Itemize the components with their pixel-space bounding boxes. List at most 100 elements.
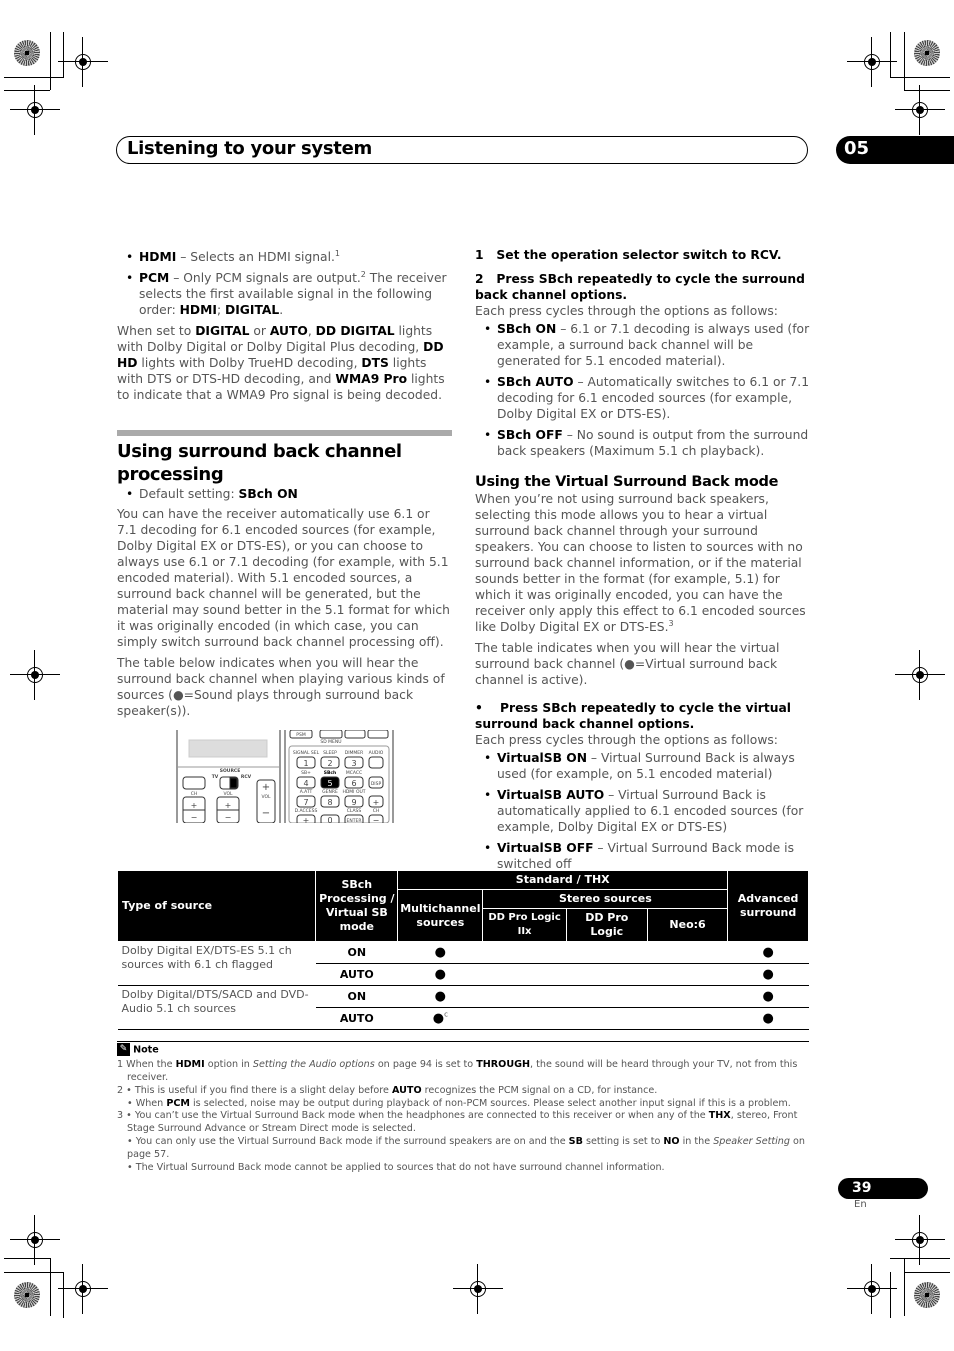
t: on page 94 is set to [374, 1059, 477, 1071]
multichannel-cell: ● [397, 963, 483, 986]
term: DTS [361, 356, 389, 370]
section-rule [117, 430, 452, 436]
notes-title: Note [133, 1044, 159, 1056]
paragraph: You can have the receiver automatically … [117, 507, 450, 649]
term: DIGITAL [225, 303, 280, 317]
term: HDMI [179, 303, 217, 317]
key-3: 3 [351, 759, 356, 768]
notes-section: ✎ Note 1 When the HDMI option in Setting… [117, 1043, 811, 1174]
step-text: Press SBch repeatedly to cycle the surro… [475, 272, 805, 302]
crop-mark [50, 32, 51, 90]
label: Default setting: [139, 487, 239, 501]
list-item: HDMI – Selects an HDMI signal.1 [117, 249, 453, 265]
chapter-title: Listening to your system [127, 138, 372, 159]
notes-heading: ✎ Note [117, 1043, 811, 1057]
mode-cell: ON [315, 985, 398, 1008]
paragraph: Each press cycles through the options as… [475, 304, 778, 318]
term: SBch AUTO [497, 375, 574, 389]
term: VirtualSB ON [497, 751, 587, 765]
key-1: 1 [303, 759, 308, 768]
crop-mark [890, 77, 950, 78]
t: When you’re not using surround back spea… [475, 492, 806, 634]
footnote-1: 1 When the HDMI option in Setting the Au… [117, 1059, 811, 1085]
key-6: 6 [351, 779, 356, 788]
desc: – Selects an HDMI signal. [176, 250, 335, 264]
page-number: 39 [852, 1180, 872, 1196]
list-item: PCM – Only PCM signals are output.2 The … [117, 270, 453, 318]
header-standard-thx: Standard / THX [397, 870, 729, 890]
step-1: 1 Set the operation selector switch to R… [475, 247, 811, 263]
list-item: SBch AUTO – Automatically switches to 6.… [475, 374, 811, 422]
term: HDMI [139, 250, 177, 264]
header-pro-logic: DD Pro Logic [565, 908, 648, 942]
multichannel-cell: ●c [397, 1007, 483, 1030]
bullet: • [475, 701, 483, 715]
term: THROUGH [476, 1059, 531, 1071]
menu-label: SD MENU [320, 739, 341, 745]
footnote-3a: 3 • You can’t use the Virtual Surround B… [117, 1110, 811, 1136]
crop-mark [63, 32, 64, 78]
registration-crosshair-icon [10, 650, 60, 700]
registration-crosshair-icon [10, 85, 60, 135]
chapter-number: 05 [844, 138, 870, 159]
rcv-label: RCV [241, 774, 252, 780]
notes-divider [117, 1041, 809, 1042]
key-7: 7 [303, 798, 308, 807]
key-label: CH [373, 808, 380, 814]
sep: . [279, 303, 284, 317]
key-8: 8 [327, 798, 332, 807]
key-2: 2 [327, 759, 332, 768]
ch-plus: + [191, 801, 198, 810]
section-title: Using surround back channel processing [117, 441, 402, 485]
header-type-of-source: Type of source [116, 870, 317, 942]
neo6-cell [647, 941, 728, 964]
pl2x-cell [482, 985, 567, 1008]
advanced-cell: ● [727, 985, 809, 1008]
source-label: SOURCE [220, 768, 241, 774]
pl2x-cell [482, 941, 567, 964]
term: PCM [139, 271, 170, 285]
term: VirtualSB OFF [497, 841, 594, 855]
pl2x-cell [482, 1007, 567, 1030]
key-label: A.ATT [300, 789, 313, 795]
registration-crosshair-icon [58, 1264, 108, 1314]
term: SB [568, 1136, 583, 1148]
footnote-3b: • You can only use the Virtual Surround … [117, 1136, 811, 1162]
crop-mark [4, 1272, 64, 1273]
term: SBch OFF [497, 428, 563, 442]
crop-mark [904, 90, 950, 91]
crop-mark [63, 1272, 64, 1318]
multichannel-cell: ● [397, 941, 483, 964]
key-label: D.ACCESS [295, 808, 318, 814]
footnote-3c: • The Virtual Surround Back mode cannot … [117, 1162, 811, 1175]
key-ch-minus: − [373, 816, 380, 823]
header-stereo-sources: Stereo sources [482, 889, 729, 909]
key-label: AUDIO [369, 750, 384, 756]
registration-rosette-icon [14, 1282, 40, 1308]
term: VirtualSB AUTO [497, 788, 605, 802]
term: DIGITAL [195, 324, 250, 338]
mode-cell: AUTO [315, 1007, 398, 1030]
remote-control-drawing: SOURCE TV RCV CH VOL VOL PSM SD MENU SIG… [176, 729, 394, 826]
mode-cell: AUTO [315, 963, 398, 986]
indicator-paragraph: When set to DIGITAL or AUTO, DD DIGITAL … [117, 323, 453, 403]
registration-crosshair-icon [58, 37, 108, 87]
list-item: SBch OFF – No sound is output from the s… [475, 427, 811, 459]
registration-crosshair-icon [453, 1264, 503, 1314]
t: • You can only use the Virtual Surround … [127, 1136, 569, 1148]
footnote-2a: 2 • This is useful if you find there is … [117, 1085, 811, 1098]
key-9: 9 [351, 798, 356, 807]
crop-mark [50, 1258, 51, 1316]
list-item: VirtualSB ON – Virtual Surround Back is … [475, 750, 811, 782]
step-text: Set the operation selector switch to RCV… [496, 248, 782, 262]
registration-crosshair-icon [847, 37, 897, 87]
step-number: 1 [475, 248, 484, 262]
multichannel-cell: ● [397, 985, 483, 1008]
advanced-cell: ● [727, 1007, 809, 1030]
language-code: En [854, 1199, 867, 1210]
vol-minus: − [225, 813, 232, 822]
desc: – Only PCM signals are output. [169, 271, 361, 285]
paragraph: The table indicates when you will hear t… [475, 641, 780, 687]
header-pro-logic-iix: DD Pro Logic IIx [482, 908, 567, 942]
pl-cell [566, 963, 648, 986]
